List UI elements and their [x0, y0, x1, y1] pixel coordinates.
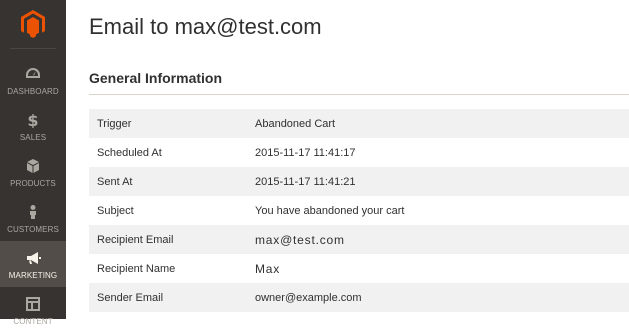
- table-row: Sent At 2015-11-17 11:41:21: [89, 167, 629, 196]
- table-row: Recipient Name Max: [89, 254, 629, 283]
- nav-label: CUSTOMERS: [7, 224, 59, 234]
- logo[interactable]: [0, 0, 66, 48]
- nav-item-content[interactable]: CONTENT: [0, 287, 66, 333]
- table-row: Trigger Abandoned Cart: [89, 109, 629, 138]
- table-row: Recipient Email max@test.com: [89, 225, 629, 254]
- general-info-table: Trigger Abandoned Cart Scheduled At 2015…: [89, 109, 629, 312]
- row-value: owner@example.com: [249, 283, 629, 312]
- dashboard-icon: [24, 65, 42, 83]
- table-row: Scheduled At 2015-11-17 11:41:17: [89, 138, 629, 167]
- megaphone-icon: [24, 249, 42, 267]
- section-divider: [89, 94, 629, 95]
- person-icon: [24, 203, 42, 221]
- row-value: max@test.com: [249, 225, 629, 254]
- row-label: Sender Email: [89, 283, 249, 312]
- row-label: Recipient Email: [89, 225, 249, 254]
- admin-sidebar: DASHBOARD $ SALES PRODUCTS CUSTOMERS MAR…: [0, 0, 66, 326]
- nav-item-dashboard[interactable]: DASHBOARD: [0, 57, 66, 103]
- table-row: Subject You have abandoned your cart: [89, 196, 629, 225]
- svg-text:$: $: [27, 112, 38, 128]
- nav-item-customers[interactable]: CUSTOMERS: [0, 195, 66, 241]
- nav-label: SALES: [19, 132, 47, 142]
- nav-label: PRODUCTS: [10, 178, 56, 188]
- nav-item-products[interactable]: PRODUCTS: [0, 149, 66, 195]
- nav-divider: [10, 48, 56, 49]
- nav-label: CONTENT: [13, 316, 53, 326]
- dollar-icon: $: [24, 111, 42, 129]
- row-label: Sent At: [89, 167, 249, 196]
- row-value: 2015-11-17 11:41:17: [255, 146, 356, 159]
- nav-label: DASHBOARD: [7, 86, 59, 96]
- magento-logo-icon: [21, 10, 45, 38]
- row-label: Trigger: [89, 109, 249, 138]
- row-label: Recipient Name: [97, 262, 176, 275]
- layout-icon: [24, 295, 42, 313]
- row-label: Scheduled At: [97, 146, 162, 159]
- row-value: You have abandoned your cart: [255, 204, 405, 217]
- box-icon: [24, 157, 42, 175]
- table-row: Sender Email owner@example.com: [89, 283, 629, 312]
- nav-label: MARKETING: [8, 270, 58, 280]
- section-title: General Information: [89, 70, 223, 86]
- row-value: 2015-11-17 11:41:21: [249, 167, 629, 196]
- row-value: Abandoned Cart: [249, 109, 629, 138]
- nav-item-sales[interactable]: $ SALES: [0, 103, 66, 149]
- main-content: Email to max@test.com General Informatio…: [66, 0, 629, 319]
- row-label: Subject: [97, 204, 134, 217]
- row-value: Max: [255, 261, 281, 276]
- nav-item-marketing[interactable]: MARKETING: [0, 241, 66, 287]
- page-title: Email to max@test.com: [89, 14, 322, 39]
